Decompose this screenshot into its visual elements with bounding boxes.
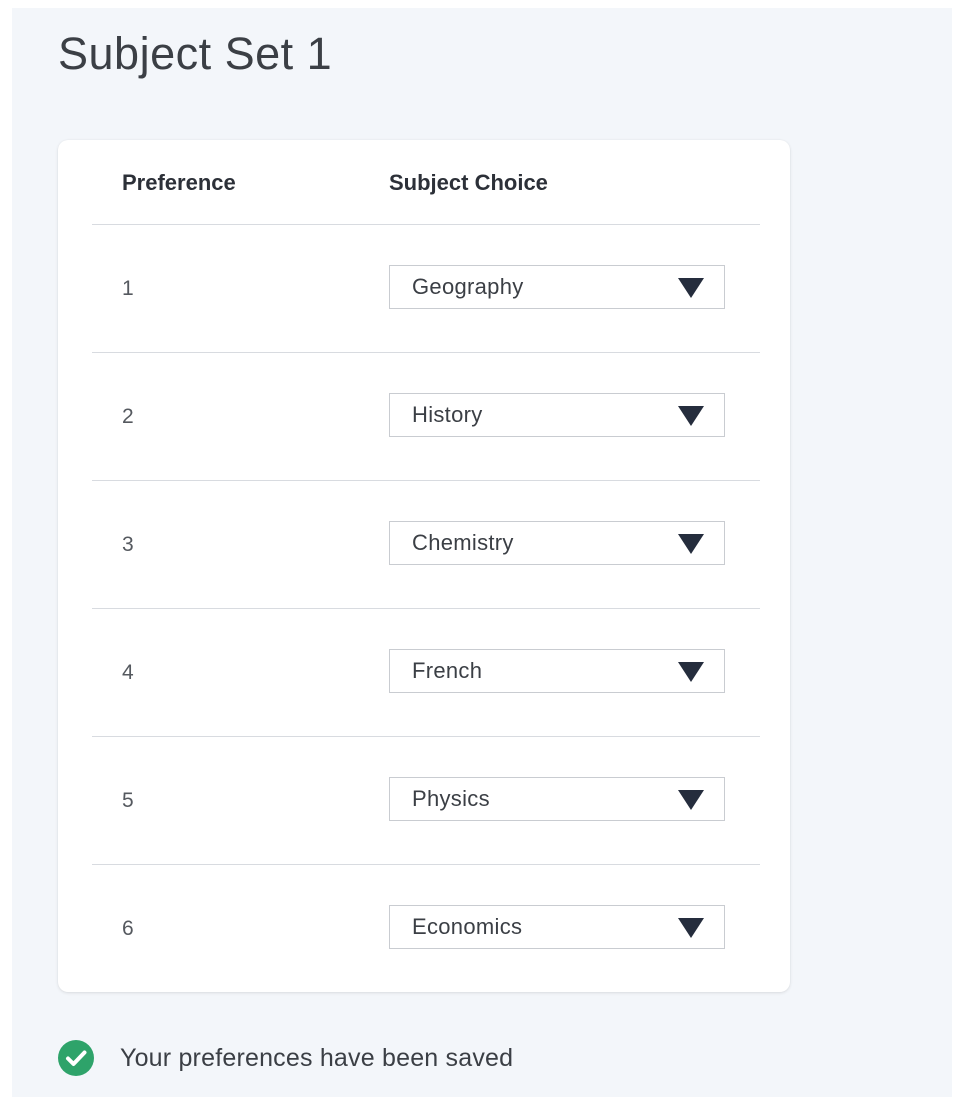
subject-select[interactable]: French [389,649,725,693]
subject-select[interactable]: History [389,393,725,437]
table-row: 4 French [92,609,760,737]
subject-select-value: Economics [412,914,523,939]
table-row: 2 History [92,353,760,481]
preference-number: 6 [122,917,134,940]
preference-number: 1 [122,277,134,300]
caret-down-icon [678,278,704,298]
preferences-card: Preference Subject Choice 1 Geography 2 … [58,140,790,992]
subject-select-value: Geography [412,274,524,299]
preference-number: 4 [122,661,134,684]
caret-down-icon [678,790,704,810]
caret-down-icon [678,406,704,426]
subject-select-value: Physics [412,786,490,811]
subject-select[interactable]: Economics [389,905,725,949]
page-title: Subject Set 1 [58,28,333,79]
subject-select[interactable]: Geography [389,265,725,309]
preference-number: 3 [122,533,134,556]
preference-number: 2 [122,405,134,428]
subject-choice-column-header: Subject Choice [389,170,548,195]
check-circle-icon [58,1040,94,1076]
subject-select-value: History [412,402,483,427]
caret-down-icon [678,918,704,938]
subject-select[interactable]: Physics [389,777,725,821]
table-row: 1 Geography [92,225,760,353]
page-container: Subject Set 1 Preference Subject Choice … [12,8,952,1097]
subject-select-value: French [412,658,483,683]
table-row: 5 Physics [92,737,760,865]
preference-column-header: Preference [122,170,236,195]
preference-number: 5 [122,789,134,812]
table-row: 6 Economics [92,865,760,992]
subject-select[interactable]: Chemistry [389,521,725,565]
table-header: Preference Subject Choice [92,140,760,225]
table-row: 3 Chemistry [92,481,760,609]
caret-down-icon [678,662,704,682]
caret-down-icon [678,534,704,554]
subject-select-value: Chemistry [412,530,514,555]
save-status-message: Your preferences have been saved [120,1044,514,1072]
